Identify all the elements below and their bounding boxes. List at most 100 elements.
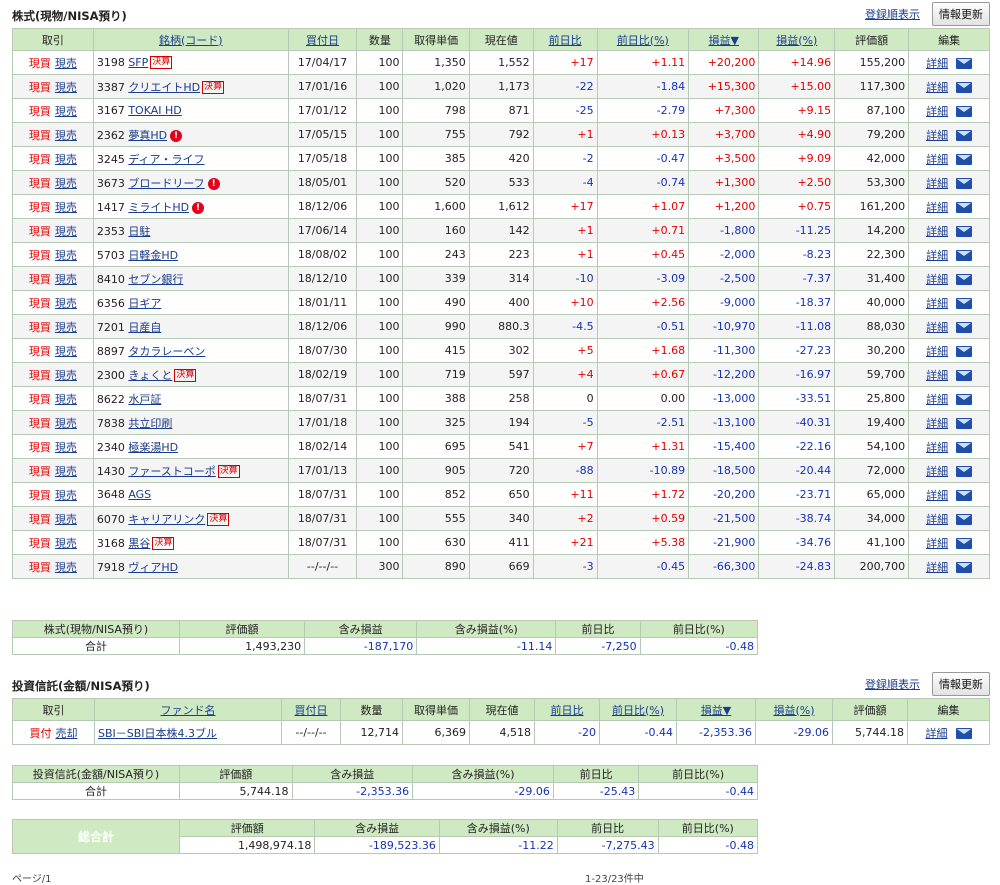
- sell-link[interactable]: 現売: [55, 321, 77, 334]
- sell-link[interactable]: 現売: [55, 201, 77, 214]
- fund-col-name[interactable]: ファンド名: [94, 698, 282, 721]
- mail-icon[interactable]: [956, 58, 973, 69]
- sell-link[interactable]: 現売: [55, 273, 77, 286]
- mail-icon[interactable]: [956, 178, 973, 189]
- detail-link[interactable]: 詳細: [926, 561, 948, 574]
- stock-name-link[interactable]: ヴィアHD: [128, 561, 178, 574]
- detail-link[interactable]: 詳細: [926, 513, 948, 526]
- fund-col-change-pct[interactable]: 前日比(%): [599, 698, 677, 721]
- detail-link[interactable]: 詳細: [926, 393, 948, 406]
- detail-link[interactable]: 詳細: [926, 465, 948, 478]
- sort-stock-name-link[interactable]: 銘柄(コード): [159, 34, 223, 47]
- detail-link[interactable]: 詳細: [926, 177, 948, 190]
- mail-icon[interactable]: [956, 82, 973, 93]
- sort-buy-date-link[interactable]: 買付日: [306, 34, 339, 47]
- stock-name-link[interactable]: 夢真HD: [128, 129, 167, 142]
- mail-icon[interactable]: [956, 322, 973, 333]
- stock-name-link[interactable]: 日駐: [128, 225, 150, 238]
- detail-link[interactable]: 詳細: [926, 537, 948, 550]
- sort-fund-pl-pct-link[interactable]: 損益(%): [773, 704, 814, 717]
- sell-link[interactable]: 現売: [55, 105, 77, 118]
- mail-icon[interactable]: [956, 250, 973, 261]
- sort-fund-name-link[interactable]: ファンド名: [161, 704, 216, 717]
- mail-icon[interactable]: [956, 442, 973, 453]
- detail-link[interactable]: 詳細: [926, 81, 948, 94]
- earnings-badge[interactable]: 決算: [150, 56, 173, 70]
- detail-link[interactable]: 詳細: [926, 57, 948, 70]
- sort-fund-change-link[interactable]: 前日比: [551, 704, 584, 717]
- detail-link[interactable]: 詳細: [926, 201, 948, 214]
- detail-link[interactable]: 詳細: [926, 153, 948, 166]
- sell-link[interactable]: 現売: [55, 177, 77, 190]
- detail-link[interactable]: 詳細: [926, 105, 948, 118]
- fund-detail-link[interactable]: 詳細: [926, 727, 948, 740]
- sell-link[interactable]: 現売: [55, 153, 77, 166]
- stock-name-link[interactable]: ディア・ライフ: [128, 153, 204, 166]
- stock-name-link[interactable]: セブン銀行: [128, 273, 183, 286]
- col-pl[interactable]: 損益▼: [688, 28, 760, 51]
- stocks-refresh-button[interactable]: 情報更新: [932, 2, 990, 26]
- funds-registration-order-link[interactable]: 登録順表示: [865, 676, 920, 692]
- mail-icon[interactable]: [956, 490, 973, 501]
- stock-name-link[interactable]: 極楽湯HD: [128, 441, 178, 454]
- detail-link[interactable]: 詳細: [926, 345, 948, 358]
- sell-link[interactable]: 現売: [55, 537, 77, 550]
- sell-link[interactable]: 現売: [55, 225, 77, 238]
- stock-name-link[interactable]: SFP: [128, 56, 148, 69]
- earnings-badge[interactable]: 決算: [174, 369, 197, 382]
- stock-name-link[interactable]: 黒谷: [128, 537, 150, 550]
- sell-link[interactable]: 現売: [55, 345, 77, 358]
- fund-name-link[interactable]: SBI－SBI日本株4.3ブル: [98, 727, 217, 740]
- alert-icon[interactable]: !: [207, 177, 220, 190]
- detail-link[interactable]: 詳細: [926, 273, 948, 286]
- mail-icon[interactable]: [956, 370, 973, 381]
- mail-icon[interactable]: [956, 562, 973, 573]
- alert-icon[interactable]: !: [170, 129, 183, 142]
- sort-change-link[interactable]: 前日比: [549, 34, 582, 47]
- col-pl-pct[interactable]: 損益(%): [758, 28, 836, 51]
- sort-fund-pl-link[interactable]: 損益▼: [701, 704, 731, 717]
- detail-link[interactable]: 詳細: [926, 489, 948, 502]
- col-stock-name[interactable]: 銘柄(コード): [92, 28, 289, 51]
- col-change[interactable]: 前日比: [532, 28, 598, 51]
- mail-icon[interactable]: [956, 226, 973, 237]
- stock-name-link[interactable]: 水戸証: [128, 393, 161, 406]
- mail-icon[interactable]: [956, 466, 973, 477]
- fund-col-pl-pct[interactable]: 損益(%): [755, 698, 833, 721]
- stock-name-link[interactable]: 日産自: [128, 321, 161, 334]
- mail-icon[interactable]: [956, 274, 973, 285]
- stocks-registration-order-link[interactable]: 登録順表示: [865, 6, 920, 22]
- sell-link[interactable]: 現売: [55, 129, 77, 142]
- detail-link[interactable]: 詳細: [926, 441, 948, 454]
- sell-link[interactable]: 現売: [55, 441, 77, 454]
- sell-link[interactable]: 現売: [55, 81, 77, 94]
- detail-link[interactable]: 詳細: [926, 321, 948, 334]
- mail-icon[interactable]: [956, 106, 973, 117]
- earnings-badge[interactable]: 決算: [202, 81, 225, 94]
- mail-icon[interactable]: [956, 514, 973, 525]
- fund-col-buy-date[interactable]: 買付日: [281, 698, 341, 721]
- fund-col-change[interactable]: 前日比: [534, 698, 600, 721]
- col-buy-date[interactable]: 買付日: [287, 28, 358, 51]
- mail-icon[interactable]: [956, 130, 973, 141]
- sort-fund-buy-date-link[interactable]: 買付日: [295, 704, 328, 717]
- stock-name-link[interactable]: 共立印刷: [128, 417, 172, 430]
- sell-link[interactable]: 現売: [55, 513, 77, 526]
- col-change-pct[interactable]: 前日比(%): [596, 28, 690, 51]
- detail-link[interactable]: 詳細: [926, 249, 948, 262]
- stock-name-link[interactable]: TOKAI HD: [128, 104, 181, 117]
- mail-icon[interactable]: [956, 346, 973, 357]
- sell-link[interactable]: 現売: [55, 393, 77, 406]
- earnings-badge[interactable]: 決算: [207, 513, 230, 526]
- fund-col-pl[interactable]: 損益▼: [676, 698, 756, 721]
- stock-name-link[interactable]: ブロードリーフ: [128, 177, 204, 190]
- earnings-badge[interactable]: 決算: [152, 537, 175, 550]
- stock-name-link[interactable]: きょくと: [128, 369, 172, 382]
- alert-icon[interactable]: !: [192, 201, 205, 214]
- stock-name-link[interactable]: タカラレーベン: [128, 345, 205, 358]
- sell-link[interactable]: 現売: [55, 369, 77, 382]
- mail-icon[interactable]: [956, 418, 973, 429]
- stock-name-link[interactable]: AGS: [128, 488, 151, 501]
- stock-name-link[interactable]: 日軽金HD: [128, 249, 178, 262]
- detail-link[interactable]: 詳細: [926, 369, 948, 382]
